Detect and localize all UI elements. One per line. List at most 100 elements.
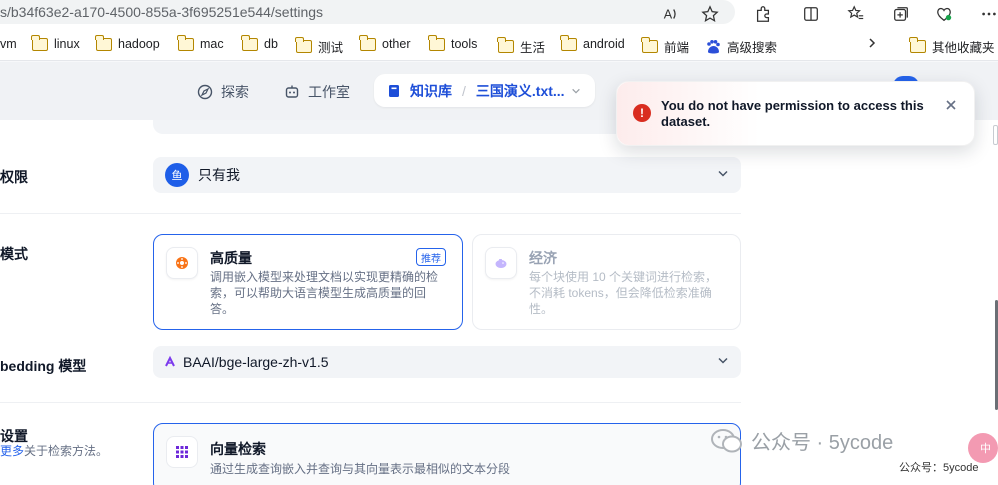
address-bar[interactable]: s/b34f63e2-a170-4500-855a-3f695251e544/s… [0,0,735,24]
browser-essentials-icon[interactable] [933,3,955,25]
bookmark-folder[interactable]: 前端 [641,37,690,56]
book-icon [389,84,399,97]
collections-icon[interactable] [890,3,912,25]
bookmark-label: hadoop [118,37,160,51]
baidu-paw-icon [707,39,720,53]
bookmark-label: tools [451,37,478,51]
nav-knowledge-label[interactable]: 知识库 [410,81,452,101]
bookmark-folder[interactable]: android [560,34,625,51]
folder-icon [31,34,48,51]
folder-icon [295,37,312,53]
embedding-model-value: BAAI/bge-large-zh-v1.5 [183,354,329,370]
nav-studio-label: 工作室 [308,84,350,100]
bookmark-label: linux [54,37,80,51]
divider [0,213,741,214]
mode-high-quality-card[interactable]: 高质量 推荐 调用嵌入模型来处理文档以实现更精确的检索，可以帮助大语言模型生成高… [153,234,463,330]
toast-message: You do not have permission to access thi… [661,98,924,129]
watermark-text: 公众号 · 5ycode [751,432,894,454]
close-icon[interactable] [944,98,958,112]
bookmarks-overflow-button[interactable] [866,37,878,49]
bookmark-folder[interactable]: linux [31,34,80,51]
divider [0,402,741,403]
embedding-model-select[interactable]: BAAI/bge-large-zh-v1.5 [153,346,741,378]
mode-description: 调用嵌入模型来处理文档以实现更精确的检索，可以帮助大语言模型生成高质量的回答。 [210,270,439,316]
mode-description: 每个块使用 10 个关键词进行检索，不消耗 tokens，但会降低检索准确性。 [529,270,718,316]
wechat-icon [711,428,742,452]
bookmark-label: other [382,37,411,51]
folder-icon [359,34,376,51]
bookmark-label: db [264,37,278,51]
high-quality-icon [166,247,198,279]
permission-label: 权限 [0,169,28,185]
bookmark-label: android [583,37,625,51]
mode-title: 经济 [529,250,557,266]
learn-more-link[interactable]: 更多 [0,444,24,458]
folder-icon [428,34,445,51]
bookmark-folder[interactable]: tools [428,34,478,51]
bookmark-folder[interactable]: hadoop [95,34,160,51]
svg-text:A: A [664,8,673,22]
robot-icon [285,85,299,98]
bookmark-folder[interactable]: 测试 [295,37,344,56]
folder-icon [497,37,514,53]
folder-icon [909,37,926,53]
chevron-right-icon [869,38,876,48]
bookmark-label: 测试 [318,41,344,55]
mode-title: 高质量 [210,250,252,266]
bookmark-folder[interactable]: vm [0,37,17,51]
nav-explore-label: 探索 [221,84,249,100]
model-provider-icon [165,355,175,367]
bookmark-label: 生活 [520,41,546,55]
folder-icon [177,34,194,51]
folder-icon [641,37,658,53]
permission-value: 只有我 [198,167,240,183]
nav-studio[interactable]: 工作室 [284,82,350,102]
favorites-icon[interactable] [845,3,867,25]
retrieval-description: 通过生成查询嵌入并查询与其向量表示最相似的文本分段 [210,462,511,476]
nav-knowledge[interactable]: 知识库 / 三国演义.txt... [374,74,595,107]
retrieval-title: 向量检索 [210,441,266,457]
bookmark-folder[interactable]: mac [177,34,224,51]
bookmark-label: vm [0,37,17,51]
favorite-star-icon[interactable] [699,3,721,25]
error-icon: ! [633,104,651,122]
bookmark-label: 其他收藏夹 [932,41,995,55]
dataset-selector[interactable]: 三国演义.txt... [476,81,565,101]
bookmark-label: mac [200,37,224,51]
more-icon[interactable] [978,3,998,25]
chevron-down-icon [717,168,729,183]
breadcrumb-separator: / [462,82,466,99]
piggy-bank-icon [485,247,517,279]
compass-icon [197,84,213,100]
split-screen-icon[interactable] [800,3,822,25]
nav-explore[interactable]: 探索 [197,82,249,102]
mode-economy-card[interactable]: 经济 每个块使用 10 个关键词进行检索，不消耗 tokens，但会降低检索准确… [472,234,741,330]
bookmark-label: 高级搜索 [727,41,778,55]
bookmark-folder[interactable]: db [241,34,278,51]
extensions-icon[interactable] [752,3,774,25]
other-favorites-folder[interactable]: 其他收藏夹 [909,37,995,56]
error-toast: ! You do not have permission to access t… [616,81,975,146]
chevron-down-icon[interactable] [571,86,581,96]
read-aloud-icon[interactable]: A [660,3,682,25]
chevron-down-icon [717,355,729,370]
learn-more-suffix: 关于检索方法。 [24,444,109,458]
browser-toolbar: s/b34f63e2-a170-4500-855a-3f695251e544/s… [0,0,998,30]
bookmark-link[interactable]: 高级搜索 [705,37,777,56]
bookmark-folder[interactable]: other [359,34,411,51]
recommended-badge: 推荐 [416,248,446,266]
folder-icon [95,34,112,51]
scrollbar-arrow[interactable] [993,125,998,145]
folder-icon [560,34,577,51]
permission-select[interactable]: 鱼 只有我 [153,157,741,193]
folder-icon [241,34,258,51]
embedding-model-label: bedding 模型 [0,358,87,374]
watermark-subtext: 公众号：5ycode [899,462,979,474]
bookmark-label: 前端 [664,41,690,55]
learn-more-text: 更多关于检索方法。 [0,442,108,459]
vector-search-card[interactable]: 向量检索 通过生成查询嵌入并查询与其向量表示最相似的文本分段 [153,423,741,485]
bookmarks-bar: vm linux hadoop mac db 测试 other tools 生活… [0,30,998,61]
bookmark-folder[interactable]: 生活 [497,37,546,56]
url-text[interactable]: s/b34f63e2-a170-4500-855a-3f695251e544/s… [0,4,323,20]
watermark: 公众号 · 5ycode [711,426,893,455]
